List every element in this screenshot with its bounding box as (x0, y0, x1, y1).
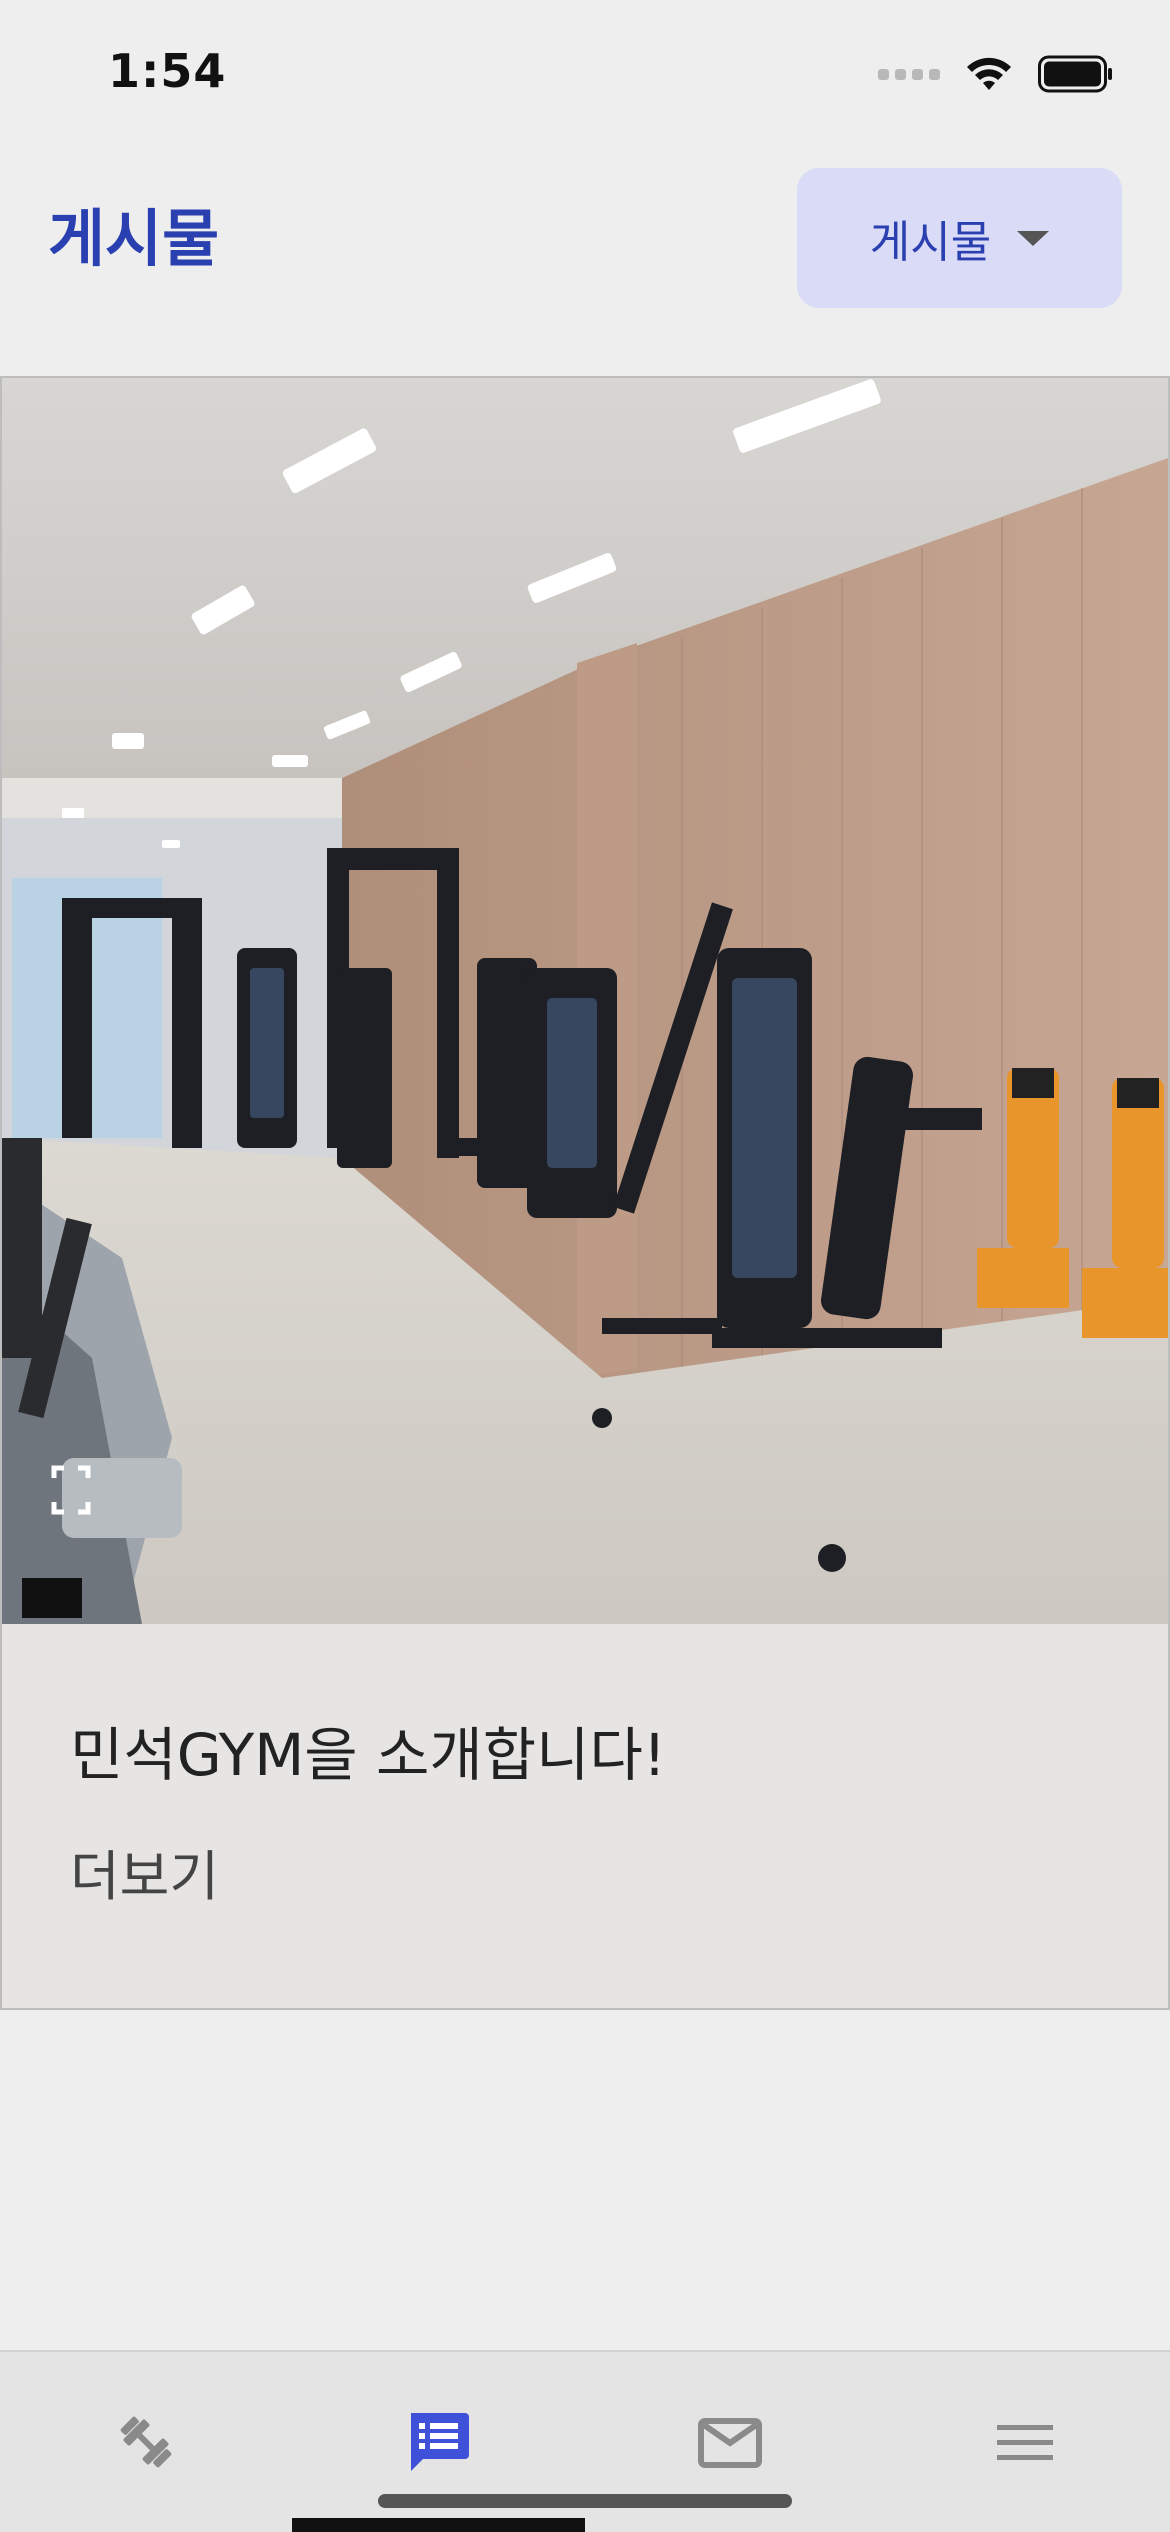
home-indicator[interactable] (378, 2494, 792, 2508)
status-bar: 1:54 (0, 0, 1170, 140)
nav-item-messages[interactable] (690, 2402, 770, 2482)
category-dropdown[interactable]: 게시물 (797, 168, 1122, 308)
mail-icon (698, 2418, 762, 2468)
post-title: 민석GYM을 소개합니다! (70, 1721, 667, 1789)
app-screen: 1:54 게시물 게시물 민석GYM을 소개합니다! 더보기 (0, 0, 1170, 2532)
app-header: 게시물 게시물 (0, 160, 1170, 320)
wifi-icon (967, 57, 1011, 90)
posts-icon (411, 2413, 469, 2471)
dumbbell-icon (120, 2416, 172, 2468)
nav-item-workout[interactable] (106, 2402, 186, 2482)
home-indicator-bar (292, 2518, 585, 2532)
battery-icon (1038, 55, 1112, 93)
more-link[interactable]: 더보기 (70, 1832, 219, 1911)
status-icons (878, 54, 1114, 94)
page-title: 게시물 (48, 202, 220, 275)
signal-icon (878, 68, 940, 80)
dropdown-selected-label: 게시물 (869, 217, 992, 268)
menu-icon (997, 2425, 1053, 2460)
gym-interior-photo (2, 378, 1168, 1624)
caret-down-icon (1017, 230, 1050, 246)
nav-item-posts[interactable] (398, 2402, 478, 2482)
post-card[interactable]: 민석GYM을 소개합니다! 더보기 (0, 376, 1170, 2010)
status-time: 1:54 (108, 44, 227, 98)
nav-item-menu[interactable] (984, 2402, 1064, 2482)
